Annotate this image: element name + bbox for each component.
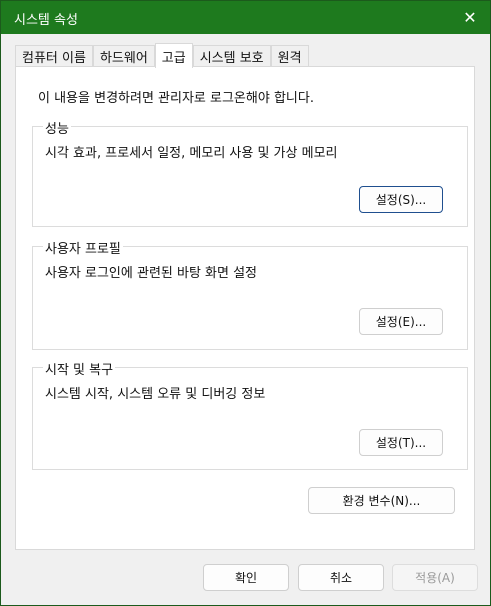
user-profile-settings-button[interactable]: 설정(E)...	[359, 308, 443, 335]
tab-computer-name[interactable]: 컴퓨터 이름	[15, 45, 93, 67]
system-properties-dialog: 시스템 속성 ✕ 컴퓨터 이름 하드웨어 고급 시스템 보호 원격 이 내용을 …	[0, 0, 491, 606]
admin-notice: 이 내용을 변경하려면 관리자로 로그온해야 합니다.	[38, 91, 314, 106]
apply-button[interactable]: 적용(A)	[392, 564, 478, 591]
advanced-tab-panel: 이 내용을 변경하려면 관리자로 로그온해야 합니다. 성능 시각 효과, 프로…	[15, 66, 475, 550]
tab-remote[interactable]: 원격	[270, 45, 309, 67]
close-icon: ✕	[463, 8, 477, 27]
tab-system-protection[interactable]: 시스템 보호	[192, 45, 271, 67]
performance-settings-button[interactable]: 설정(S)...	[359, 186, 443, 213]
startup-recovery-description: 시스템 시작, 시스템 오류 및 디버깅 정보	[45, 387, 266, 402]
user-profile-group: 사용자 프로필 사용자 로그인에 관련된 바탕 화면 설정 설정(E)...	[32, 238, 468, 350]
user-profile-group-label: 사용자 프로필	[43, 238, 123, 257]
tab-strip: 컴퓨터 이름 하드웨어 고급 시스템 보호 원격	[15, 43, 309, 68]
startup-recovery-settings-button[interactable]: 설정(T)...	[359, 429, 443, 456]
cancel-button[interactable]: 취소	[298, 564, 384, 591]
performance-group-label: 성능	[43, 118, 71, 137]
performance-description: 시각 효과, 프로세서 일정, 메모리 사용 및 가상 메모리	[45, 146, 338, 161]
environment-variables-button[interactable]: 환경 변수(N)...	[308, 487, 455, 514]
startup-recovery-group: 시작 및 복구 시스템 시작, 시스템 오류 및 디버깅 정보 설정(T)...	[32, 359, 468, 470]
window-title: 시스템 속성	[14, 13, 78, 28]
ok-button[interactable]: 확인	[203, 564, 289, 591]
close-button[interactable]: ✕	[450, 1, 490, 34]
performance-group: 성능 시각 효과, 프로세서 일정, 메모리 사용 및 가상 메모리 설정(S)…	[32, 118, 468, 227]
title-bar: 시스템 속성 ✕	[1, 1, 490, 34]
tab-hardware[interactable]: 하드웨어	[92, 45, 155, 67]
user-profile-description: 사용자 로그인에 관련된 바탕 화면 설정	[45, 266, 258, 281]
startup-recovery-group-label: 시작 및 복구	[43, 359, 116, 378]
tab-advanced[interactable]: 고급	[154, 43, 193, 68]
